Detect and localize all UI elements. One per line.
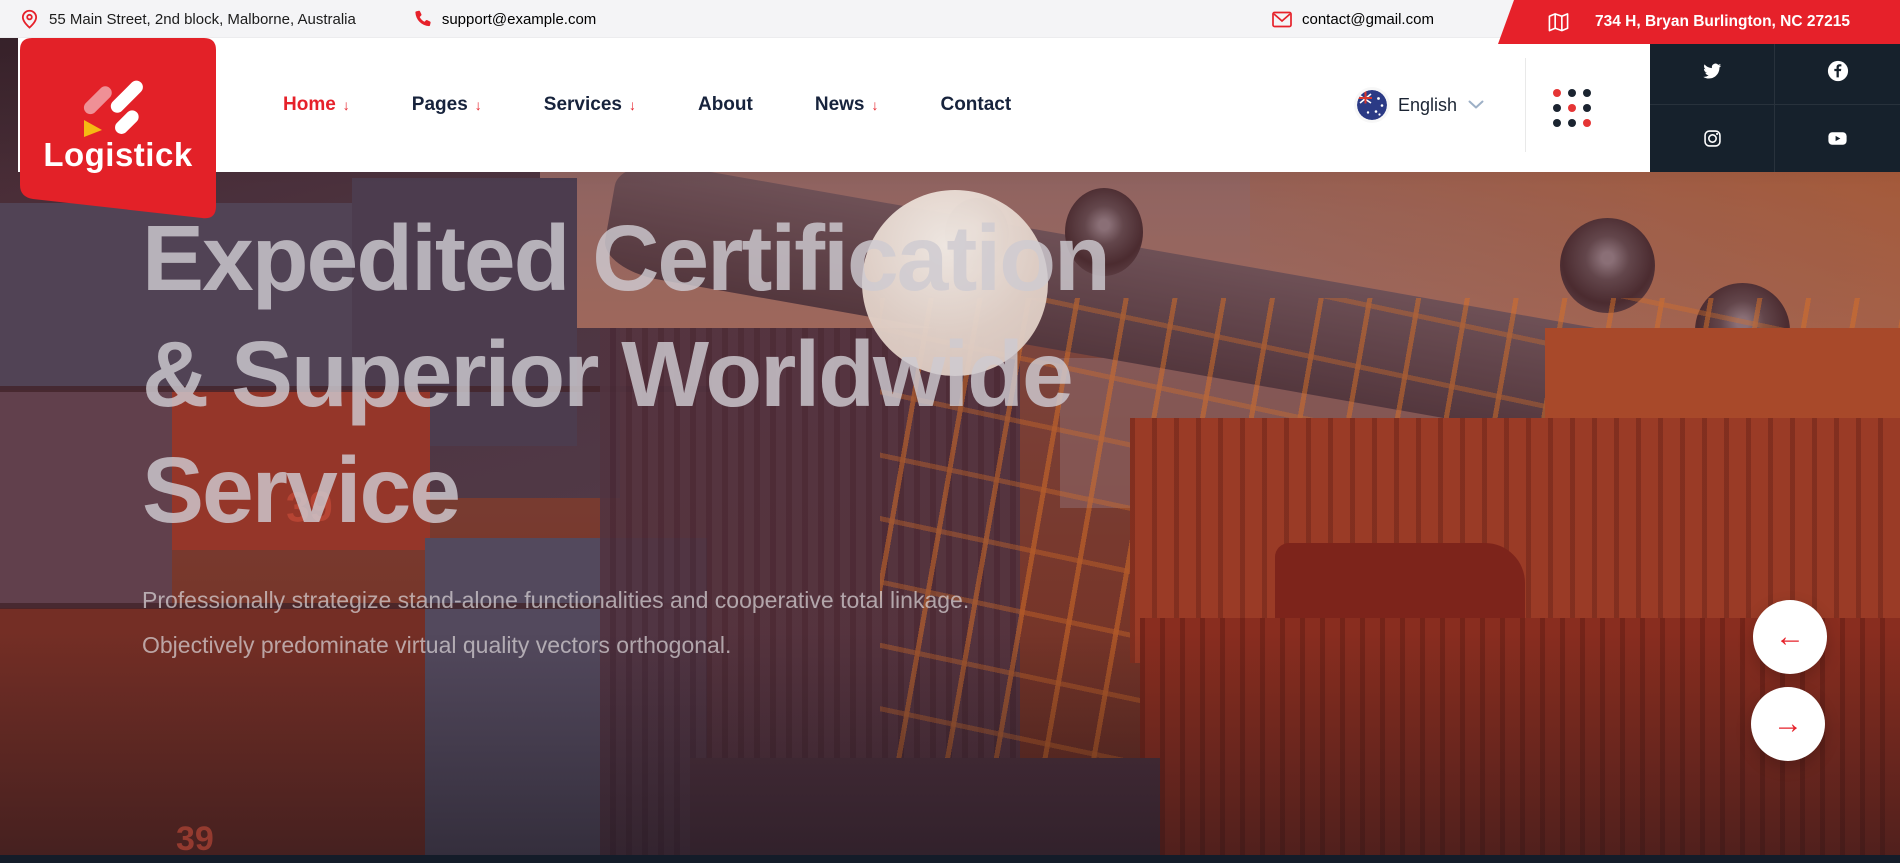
nav-item-contact[interactable]: Contact — [940, 94, 1011, 116]
slider-prev-button[interactable]: ← — [1753, 600, 1827, 674]
chevron-down-icon: ↓ — [629, 97, 636, 113]
chevron-down-icon: ↓ — [475, 97, 482, 113]
main-nav: Home ↓ Pages ↓ Services ↓ About News ↓ C… — [283, 38, 1011, 172]
australia-flag-icon — [1357, 90, 1387, 120]
hero-heading-line2: & Superior Worldwide — [142, 316, 1109, 432]
chevron-down-icon: ↓ — [343, 97, 350, 113]
chevron-down-icon: ↓ — [871, 97, 878, 113]
twitter-icon[interactable] — [1650, 38, 1775, 105]
social-links-block — [1650, 38, 1900, 172]
nav-item-about[interactable]: About — [698, 94, 753, 116]
topbar-support-email[interactable]: support@example.com — [442, 11, 596, 28]
topbar-right-address: 734 H, Bryan Burlington, NC 27215 — [1595, 13, 1850, 31]
nav-label: About — [698, 94, 753, 116]
nav-item-news[interactable]: News ↓ — [815, 94, 879, 116]
header-divider — [1525, 58, 1526, 152]
nav-label: Home — [283, 94, 336, 116]
topbar-contact-email[interactable]: contact@gmail.com — [1302, 11, 1434, 28]
main-header: Home ↓ Pages ↓ Services ↓ About News ↓ C… — [18, 38, 1650, 172]
photo-container-number: 39 — [176, 820, 214, 859]
grid-menu-icon[interactable] — [1553, 89, 1591, 127]
hero-heading-line3: Service — [142, 432, 1109, 548]
nav-label: Pages — [412, 94, 468, 116]
nav-label: Services — [544, 94, 622, 116]
phone-icon — [412, 9, 432, 29]
logo-text: Logistick — [20, 136, 216, 174]
nav-item-home[interactable]: Home ↓ — [283, 94, 350, 116]
language-selector[interactable]: English — [1357, 38, 1484, 172]
map-icon — [1548, 12, 1569, 33]
nav-item-pages[interactable]: Pages ↓ — [412, 94, 482, 116]
language-label: English — [1398, 95, 1457, 116]
arrow-right-icon: → — [1773, 709, 1803, 739]
hero-bottom-strip — [0, 855, 1900, 863]
instagram-icon[interactable] — [1650, 105, 1775, 172]
logo-mark-icon — [76, 64, 160, 144]
slider-next-button[interactable]: → — [1751, 687, 1825, 761]
hero-heading: Expedited Certification & Superior World… — [142, 200, 1109, 548]
nav-label: Contact — [940, 94, 1011, 116]
nav-item-services[interactable]: Services ↓ — [544, 94, 636, 116]
arrow-left-icon: ← — [1775, 622, 1805, 652]
hero-heading-line1: Expedited Certification — [142, 200, 1109, 316]
nav-label: News — [815, 94, 865, 116]
envelope-icon — [1272, 11, 1292, 28]
facebook-icon[interactable] — [1775, 38, 1900, 105]
topbar-highlight: 734 H, Bryan Burlington, NC 27215 — [1498, 0, 1900, 44]
page: 39 39 Expedited Certification & Superior… — [0, 0, 1900, 863]
hero-paragraph: Professionally strategize stand-alone fu… — [142, 578, 1027, 668]
youtube-icon[interactable] — [1775, 105, 1900, 172]
location-pin-icon — [20, 8, 39, 30]
topbar-address: 55 Main Street, 2nd block, Malborne, Aus… — [49, 11, 356, 28]
chevron-down-icon — [1468, 100, 1484, 110]
logo[interactable]: Logistick — [20, 38, 216, 230]
